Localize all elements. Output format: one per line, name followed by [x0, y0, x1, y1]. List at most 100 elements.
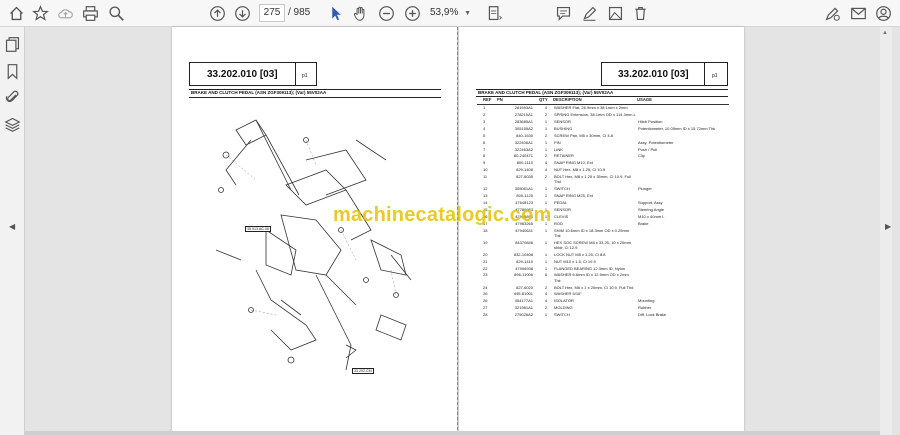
col-qty: QTY	[539, 97, 553, 106]
select-cursor-icon[interactable]	[326, 3, 347, 24]
sidebar-expand-arrow-icon[interactable]: ◀	[9, 222, 15, 231]
table-cell: LINK	[554, 146, 563, 152]
comment-icon[interactable]	[553, 3, 574, 24]
table-cell: 6	[544, 272, 548, 278]
table-cell	[637, 259, 729, 266]
bookmark-star-icon[interactable]	[30, 3, 51, 24]
page-down-icon[interactable]	[232, 3, 253, 24]
page-up-icon[interactable]	[207, 3, 228, 24]
table-cell: PIN	[554, 139, 561, 145]
scroll-up-icon[interactable]: ▲	[882, 30, 890, 36]
table-cell: 84370846	[515, 239, 533, 245]
table-cell: 1	[544, 139, 548, 145]
fit-page-icon[interactable]	[484, 3, 505, 24]
table-cell: 27	[483, 305, 488, 311]
table-cell	[637, 174, 729, 186]
table-cell: 4	[544, 298, 548, 304]
table-cell: 827-8035	[516, 174, 533, 180]
table-cell: 2	[544, 305, 548, 311]
zoom-out-icon[interactable]	[376, 3, 397, 24]
table-cell: 2	[483, 112, 486, 118]
table-cell: Plunger	[638, 186, 652, 192]
table-cell	[637, 240, 729, 252]
page-thumbnails-icon[interactable]	[4, 36, 21, 53]
left-title-rule-bottom	[189, 97, 441, 98]
table-cell: LOCK NUT M8 x 1.25, Cl 8.8	[554, 251, 606, 257]
watermark-text: machinecatalogic.com	[333, 204, 552, 226]
table-cell: ISOLATOR	[554, 298, 574, 304]
pen-sign-icon[interactable]	[822, 3, 843, 24]
table-cell: Hitch Position	[638, 118, 663, 124]
email-icon[interactable]	[848, 3, 869, 24]
table-cell: 28	[483, 312, 488, 318]
table-cell: 24	[483, 284, 488, 290]
table-row: 27 321981A1 2 MOLDING Rubber	[477, 305, 729, 312]
table-cell	[637, 167, 729, 174]
table-cell: MOLDING	[554, 305, 573, 311]
table-cell: 18	[483, 227, 488, 233]
table-cell: Clip	[638, 153, 645, 159]
table-cell: 8	[483, 153, 486, 159]
zoom-level-value: 53,9%	[430, 7, 459, 18]
home-icon[interactable]	[6, 3, 27, 24]
table-cell: Support, Assy	[638, 199, 663, 205]
exploded-parts-diagram	[215, 119, 412, 371]
table-cell: 19	[483, 239, 488, 245]
table-cell: Potentiometer, 10.05mm ID x 15.72mm Thk	[638, 125, 716, 131]
table-cell: SPRING Extension, 38.1mm OD x 114.3mm L	[554, 112, 636, 118]
table-cell: 2	[544, 132, 548, 138]
table-cell: BOLT Hex, M8 x 1.25 x 35mm, Cl 10.9, Ful…	[554, 174, 631, 185]
print-icon[interactable]	[80, 3, 101, 24]
table-cell: 4	[483, 125, 486, 131]
table-cell: NUT Hex, M8 x 1.25, Cl 10.9	[554, 167, 606, 173]
table-cell: 4	[544, 291, 548, 297]
table-cell: Steering Angle	[638, 206, 665, 212]
table-cell: 829-1410	[516, 258, 533, 264]
table-cell: 22	[483, 265, 488, 271]
table-cell: 1	[544, 312, 548, 318]
table-cell: 305061A1	[514, 186, 533, 192]
table-row: 18 47940641 1 SHIM 10.6mm ID x 18.3mm OD x …	[477, 228, 729, 240]
table-cell: 3	[483, 118, 486, 124]
table-row: 24 827-6020 2 BOLT Hex, M6 x 1 x 20mm, Cl 1…	[477, 285, 729, 292]
col-ref: REF	[477, 97, 497, 106]
callout-top-ref: 35.913.AC.06	[245, 226, 271, 232]
table-cell	[637, 112, 729, 119]
table-cell: Diff. Lock Brake	[638, 312, 667, 318]
table-cell: 26	[483, 291, 488, 297]
bookmark-icon[interactable]	[4, 63, 21, 80]
col-pn: PN	[497, 97, 539, 106]
zoom-search-icon[interactable]	[106, 3, 127, 24]
table-cell: 1	[544, 186, 548, 192]
table-cell: BOLT Hex, M6 x 1 x 20mm, Cl 10.9, Full T…	[554, 284, 634, 290]
table-cell: 47940641	[515, 227, 533, 233]
vertical-scrollbar[interactable]	[880, 27, 892, 435]
right-panel-arrow-icon[interactable]: ▶	[885, 222, 891, 231]
stamp-icon[interactable]	[605, 3, 626, 24]
table-cell: SWITCH	[554, 186, 570, 192]
account-icon[interactable]	[873, 3, 894, 24]
upload-icon[interactable]	[55, 3, 76, 24]
table-cell: 322463A2	[514, 146, 533, 152]
table-row: 10 829-1408 4 NUT Hex, M8 x 1.25, Cl 10.9	[477, 167, 729, 174]
zoom-in-icon[interactable]	[402, 3, 423, 24]
callout-bottom-ref: 33.202.CM	[352, 368, 374, 374]
table-cell: 800-1110	[516, 160, 533, 166]
zoom-level-select[interactable]: 53,9% ▼	[430, 4, 474, 22]
attachment-icon[interactable]	[4, 89, 21, 106]
horizontal-scrollbar[interactable]	[25, 431, 880, 435]
table-cell: 1	[544, 251, 548, 257]
chevron-down-icon: ▼	[464, 10, 472, 17]
table-cell	[637, 133, 729, 140]
table-cell: 5	[483, 132, 486, 138]
delete-icon[interactable]	[630, 3, 651, 24]
table-cell: 322406A1	[514, 139, 533, 145]
page-number-input[interactable]: 275	[259, 4, 285, 22]
table-row: 11 827-8035 2 BOLT Hex, M8 x 1.25 x 35mm, C…	[477, 174, 729, 186]
highlight-pen-icon[interactable]	[579, 3, 600, 24]
table-cell: SWITCH	[554, 312, 570, 318]
table-cell: SCREW Pan, M5 x 30mm, Cl 4.8	[554, 132, 613, 138]
table-cell: 278210A1	[514, 112, 533, 118]
layers-icon[interactable]	[4, 116, 21, 133]
hand-pan-icon[interactable]	[350, 3, 371, 24]
